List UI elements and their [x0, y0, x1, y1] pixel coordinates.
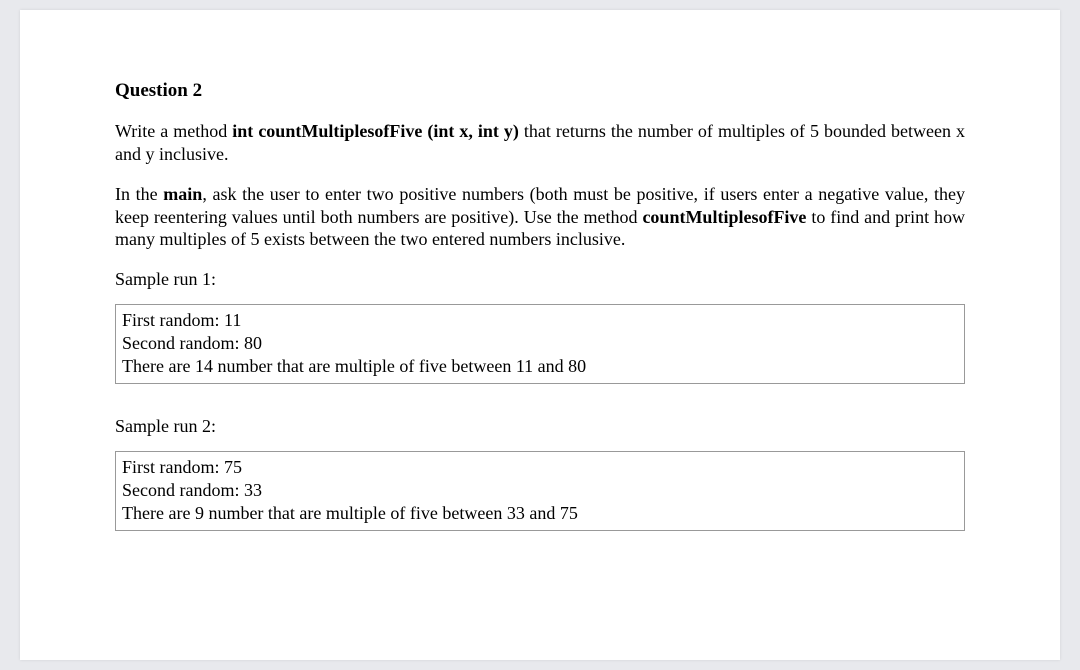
- question-title: Question 2: [115, 80, 965, 102]
- paragraph-1: Write a method int countMultiplesofFive …: [115, 120, 965, 165]
- para1-bold: int countMultiplesofFive (int x, int y): [232, 121, 519, 141]
- sample2-line1: First random: 75: [122, 456, 958, 479]
- document-page: Question 2 Write a method int countMulti…: [20, 10, 1060, 660]
- para1-text-pre: Write a method: [115, 121, 232, 141]
- para2-bold2: countMultiplesofFive: [642, 207, 806, 227]
- paragraph-2: In the main, ask the user to enter two p…: [115, 183, 965, 251]
- sample-run-2-box: First random: 75 Second random: 33 There…: [115, 451, 965, 531]
- para2-bold1: main: [163, 184, 202, 204]
- sample1-line2: Second random: 80: [122, 332, 958, 355]
- sample-run-2-label: Sample run 2:: [115, 416, 965, 437]
- sample1-line3: There are 14 number that are multiple of…: [122, 355, 958, 378]
- sample1-line1: First random: 11: [122, 309, 958, 332]
- sample2-line2: Second random: 33: [122, 479, 958, 502]
- sample-run-1-label: Sample run 1:: [115, 269, 965, 290]
- sample-run-1-box: First random: 11 Second random: 80 There…: [115, 304, 965, 384]
- para2-text-pre: In the: [115, 184, 163, 204]
- sample2-line3: There are 9 number that are multiple of …: [122, 502, 958, 525]
